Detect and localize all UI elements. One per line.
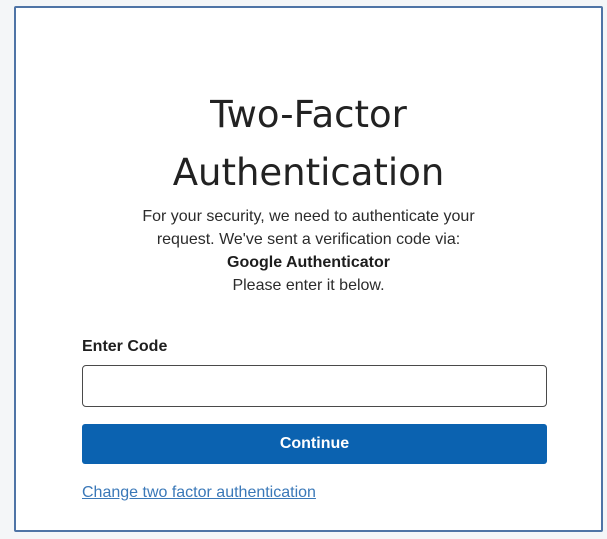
page-background: Two-Factor Authentication For your secur… xyxy=(0,0,607,539)
page-title: Two-Factor Authentication xyxy=(16,86,601,202)
title-line-1: Two-Factor xyxy=(210,93,407,136)
instructions-line-1: For your security, we need to authentica… xyxy=(142,208,475,225)
two-factor-card: Two-Factor Authentication For your secur… xyxy=(14,6,603,532)
enter-code-label: Enter Code xyxy=(82,338,168,355)
change-two-factor-link[interactable]: Change two factor authentication xyxy=(82,484,316,502)
instructions-line-4: Please enter it below. xyxy=(232,277,385,294)
title-line-2: Authentication xyxy=(172,151,445,194)
verification-method: Google Authenticator xyxy=(227,254,390,271)
continue-button[interactable]: Continue xyxy=(82,424,547,464)
instructions-line-2: request. We've sent a verification code … xyxy=(156,231,461,248)
verification-code-input[interactable] xyxy=(82,365,547,407)
instructions-text: For your security, we need to authentica… xyxy=(16,205,601,297)
